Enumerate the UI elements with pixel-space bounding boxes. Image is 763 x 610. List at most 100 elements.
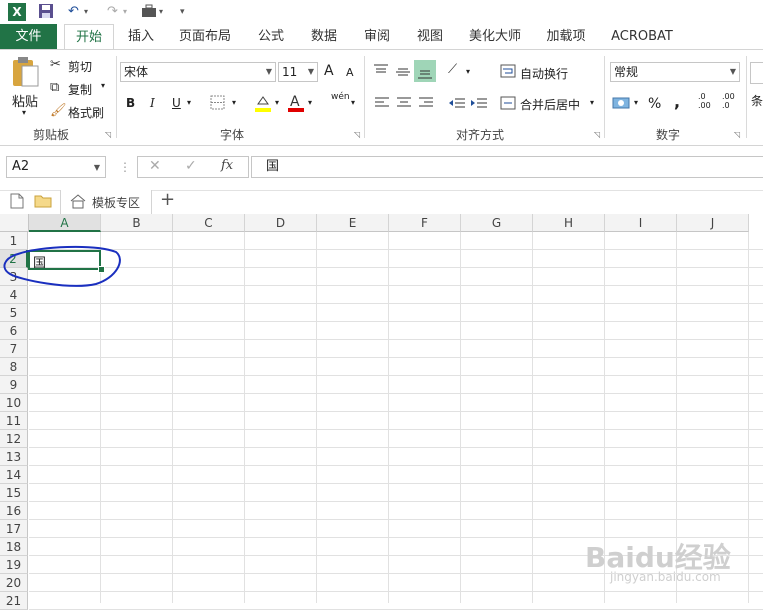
row-header-21[interactable]: 21 — [0, 592, 28, 610]
tab-acrobat[interactable]: ACROBAT — [604, 24, 680, 49]
number-format-combo[interactable]: 常规 ▼ — [610, 62, 740, 82]
orientation-icon[interactable]: ⟋ — [448, 62, 457, 77]
add-tab-button[interactable]: + — [160, 189, 175, 210]
paste-dropdown-icon[interactable]: ▾ — [22, 108, 26, 117]
tab-file[interactable]: 文件 — [0, 24, 57, 49]
new-document-icon[interactable] — [10, 193, 24, 212]
row-header-19[interactable]: 19 — [0, 556, 28, 574]
fill-color-dropdown-icon[interactable]: ▾ — [275, 98, 279, 107]
phonetic-dropdown-icon[interactable]: ▾ — [351, 98, 355, 107]
tab-add-ins[interactable]: 加载项 — [538, 24, 594, 49]
row-header-5[interactable]: 5 — [0, 304, 28, 322]
decrease-decimal-button[interactable]: .00 .0 — [722, 92, 735, 110]
increase-indent-icon[interactable] — [470, 96, 488, 113]
row-header-20[interactable]: 20 — [0, 574, 28, 592]
tab-insert[interactable]: 插入 — [118, 24, 164, 49]
formula-input[interactable]: 国 — [251, 156, 763, 178]
redo-dropdown-icon[interactable]: ▾ — [123, 3, 127, 21]
folder-icon[interactable] — [34, 194, 52, 211]
column-header-e[interactable]: E — [317, 214, 389, 232]
row-header-11[interactable]: 11 — [0, 412, 28, 430]
save-icon[interactable] — [38, 3, 54, 21]
row-header-6[interactable]: 6 — [0, 322, 28, 340]
paste-icon[interactable] — [10, 56, 40, 88]
column-header-f[interactable]: F — [389, 214, 461, 232]
align-center-icon[interactable] — [396, 96, 412, 113]
undo-icon[interactable]: ↶ — [68, 3, 79, 21]
italic-button[interactable]: I — [150, 96, 155, 110]
align-left-icon[interactable] — [374, 96, 390, 113]
copy-dropdown-icon[interactable]: ▾ — [101, 81, 105, 90]
currency-dropdown-icon[interactable]: ▾ — [634, 98, 638, 107]
conditional-format-button[interactable]: 条 — [751, 92, 763, 109]
merge-dropdown-icon[interactable]: ▾ — [590, 98, 594, 107]
align-middle-icon[interactable] — [395, 63, 411, 82]
row-header-9[interactable]: 9 — [0, 376, 28, 394]
insert-function-icon[interactable]: fx — [221, 158, 233, 173]
copy-button[interactable]: 复制 — [68, 81, 92, 98]
underline-button[interactable]: U — [172, 96, 181, 110]
column-header-a[interactable]: A — [29, 214, 101, 232]
number-launcher-icon[interactable]: ◹ — [734, 130, 740, 139]
undo-dropdown-icon[interactable]: ▾ — [84, 3, 88, 21]
font-launcher-icon[interactable]: ◹ — [354, 130, 360, 139]
column-header-j[interactable]: J — [677, 214, 749, 232]
row-header-12[interactable]: 12 — [0, 430, 28, 448]
customize-qat-icon[interactable]: ▾ — [180, 3, 185, 21]
tab-beautify-master[interactable]: 美化大师 — [462, 24, 528, 49]
tab-view[interactable]: 视图 — [408, 24, 452, 49]
wrap-text-icon[interactable] — [500, 64, 516, 81]
redo-icon[interactable]: ↷ — [107, 3, 118, 21]
format-painter-button[interactable]: 格式刷 — [68, 104, 104, 121]
row-header-16[interactable]: 16 — [0, 502, 28, 520]
row-header-15[interactable]: 15 — [0, 484, 28, 502]
tab-page-layout[interactable]: 页面布局 — [172, 24, 238, 49]
tab-formulas[interactable]: 公式 — [250, 24, 292, 49]
font-color-dropdown-icon[interactable]: ▾ — [308, 98, 312, 107]
grow-font-button[interactable]: A — [324, 63, 334, 79]
briefcase-icon[interactable] — [141, 3, 157, 21]
tab-review[interactable]: 审阅 — [355, 24, 399, 49]
tab-data[interactable]: 数据 — [302, 24, 346, 49]
fill-color-icon[interactable] — [254, 94, 272, 115]
row-header-14[interactable]: 14 — [0, 466, 28, 484]
row-header-7[interactable]: 7 — [0, 340, 28, 358]
enter-icon[interactable]: ✓ — [185, 158, 197, 174]
align-bottom-icon[interactable] — [414, 60, 436, 82]
column-header-c[interactable]: C — [173, 214, 245, 232]
column-header-g[interactable]: G — [461, 214, 533, 232]
column-header-b[interactable]: B — [101, 214, 173, 232]
row-header-10[interactable]: 10 — [0, 394, 28, 412]
font-size-combo[interactable]: 11 ▼ — [278, 62, 318, 82]
font-color-icon[interactable]: A — [287, 93, 305, 116]
name-box[interactable]: A2 ▼ — [6, 156, 106, 178]
percent-style-button[interactable]: % — [648, 96, 661, 112]
row-header-18[interactable]: 18 — [0, 538, 28, 556]
column-header-i[interactable]: I — [605, 214, 677, 232]
merge-center-icon[interactable] — [500, 96, 516, 113]
comma-style-button[interactable]: , — [674, 92, 680, 111]
phonetic-guide-button[interactable]: wén — [331, 92, 350, 102]
decrease-indent-icon[interactable] — [448, 96, 466, 113]
align-right-icon[interactable] — [418, 96, 434, 113]
currency-icon[interactable] — [612, 95, 630, 114]
increase-decimal-button[interactable]: .0 .00 — [698, 92, 711, 110]
cancel-icon[interactable]: ✕ — [149, 158, 161, 174]
alignment-launcher-icon[interactable]: ◹ — [594, 130, 600, 139]
select-all-corner[interactable] — [0, 214, 29, 232]
wrap-text-button[interactable]: 自动换行 — [520, 65, 568, 82]
border-icon[interactable] — [210, 95, 225, 113]
clipboard-launcher-icon[interactable]: ◹ — [105, 130, 111, 139]
merge-center-button[interactable]: 合并后居中 — [520, 96, 580, 113]
orientation-dropdown-icon[interactable]: ▾ — [466, 67, 470, 76]
bold-button[interactable]: B — [126, 96, 135, 110]
row-header-13[interactable]: 13 — [0, 448, 28, 466]
row-header-17[interactable]: 17 — [0, 520, 28, 538]
cut-button[interactable]: 剪切 — [68, 58, 92, 75]
conditional-format-icon[interactable] — [750, 62, 763, 84]
column-header-h[interactable]: H — [533, 214, 605, 232]
border-dropdown-icon[interactable]: ▾ — [232, 98, 236, 107]
column-header-d[interactable]: D — [245, 214, 317, 232]
shrink-font-button[interactable]: A — [346, 66, 354, 79]
font-name-combo[interactable]: 宋体 ▼ — [120, 62, 276, 82]
